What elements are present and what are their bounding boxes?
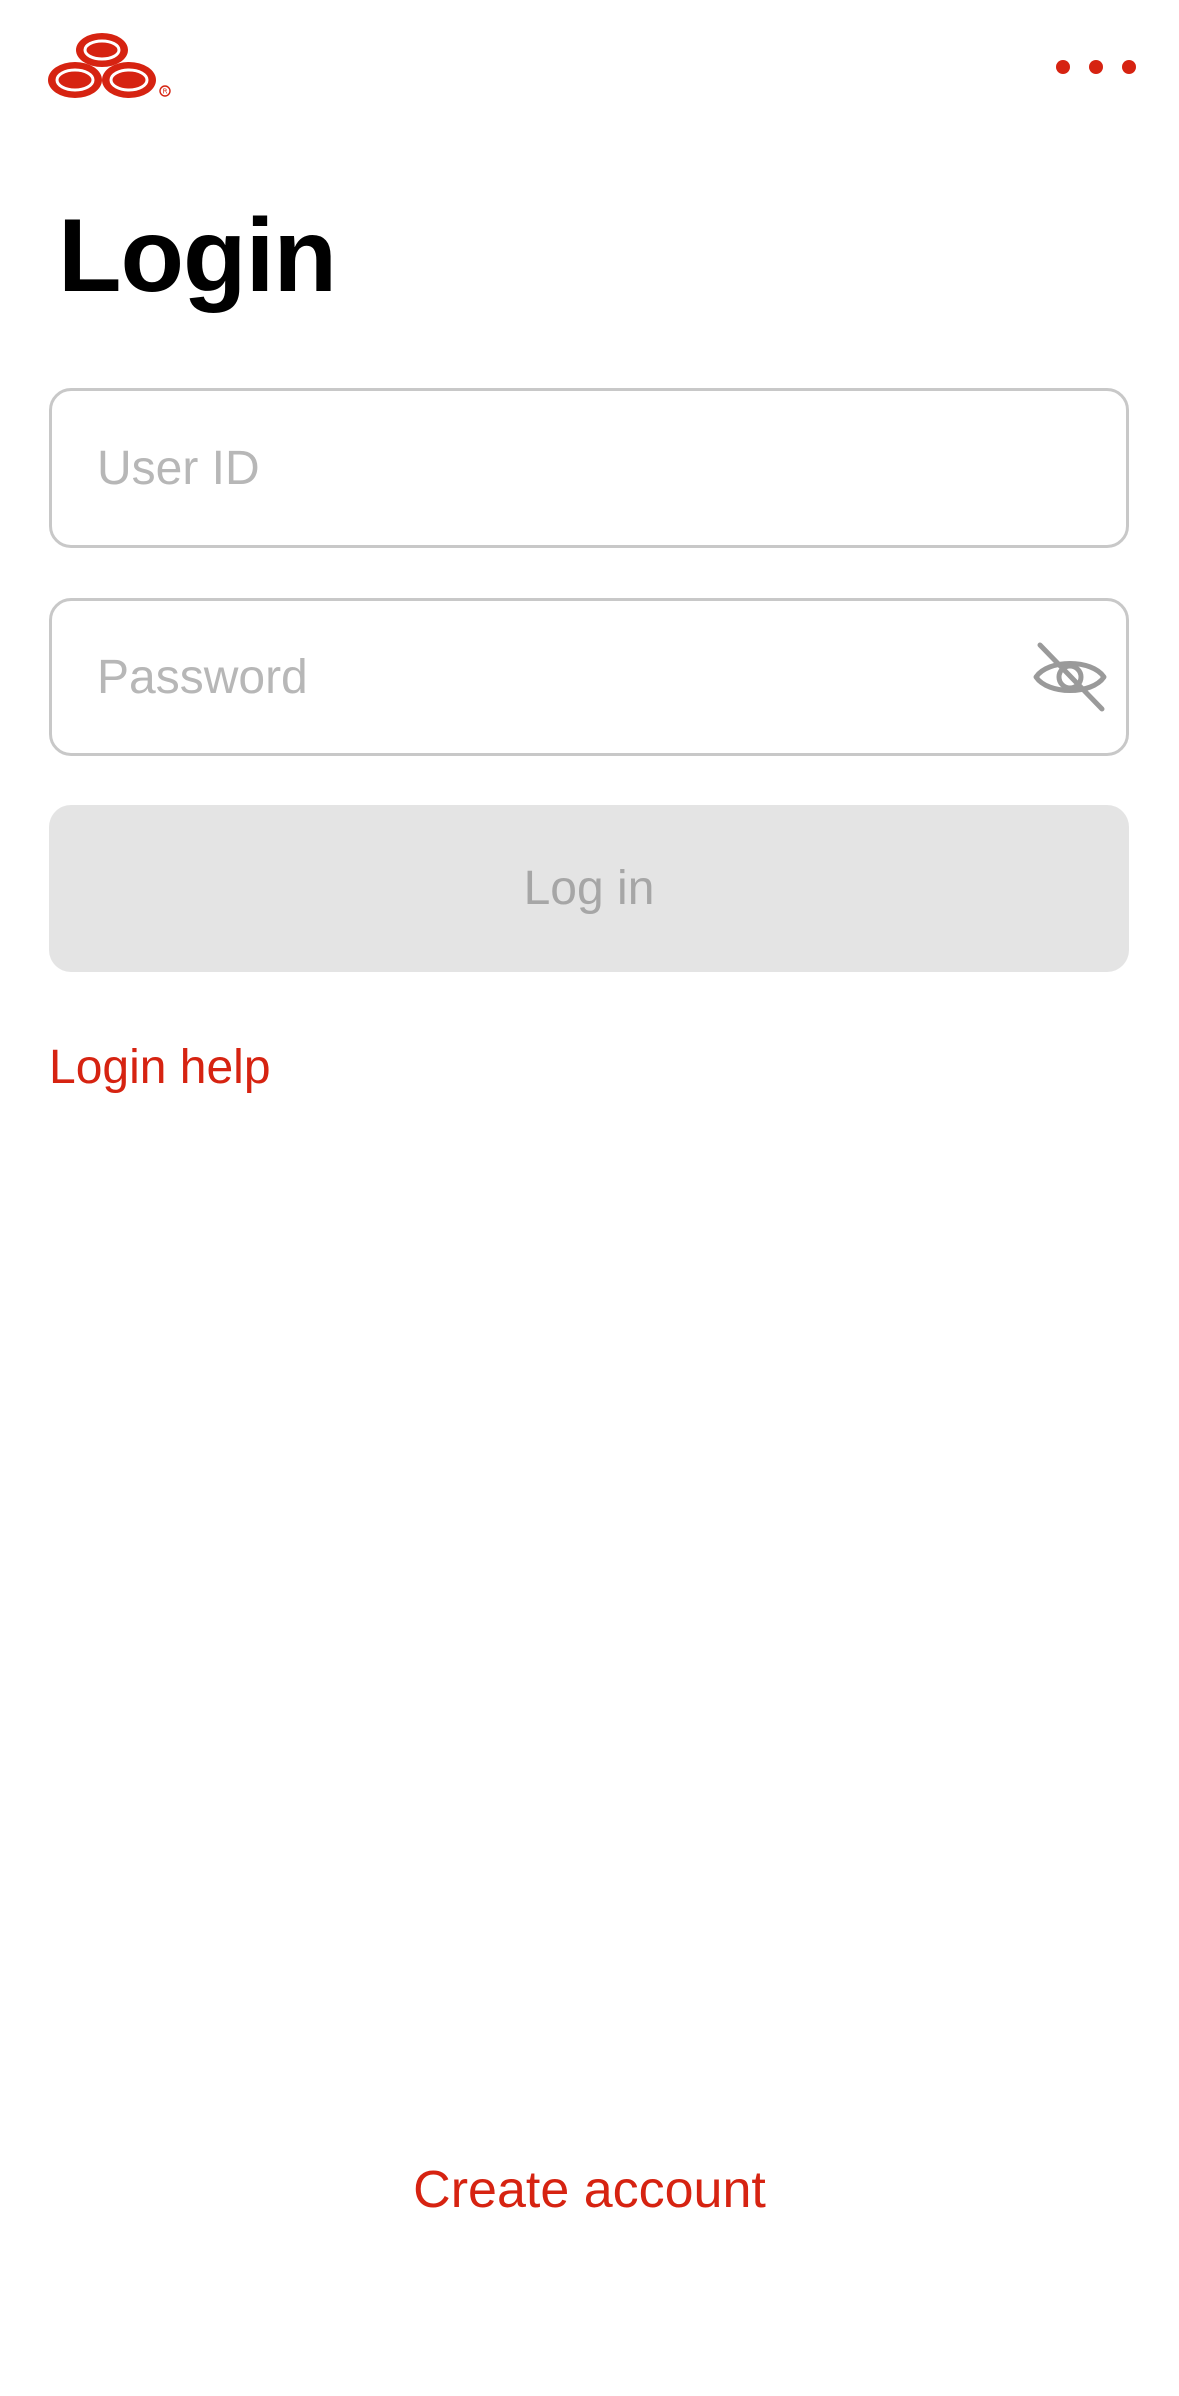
more-options-button[interactable] bbox=[1056, 40, 1136, 94]
svg-text:R: R bbox=[163, 88, 168, 96]
eye-off-icon bbox=[1033, 642, 1107, 712]
state-farm-logo: R bbox=[46, 30, 178, 106]
state-farm-logo-icon: R bbox=[48, 33, 171, 98]
create-account-link[interactable]: Create account bbox=[0, 2156, 1179, 2224]
page-title: Login bbox=[58, 198, 337, 314]
password-input[interactable] bbox=[97, 601, 997, 753]
show-password-toggle[interactable] bbox=[1032, 639, 1108, 715]
more-horizontal-icon bbox=[1089, 60, 1103, 74]
login-help-link[interactable]: Login help bbox=[49, 1036, 271, 1100]
user-id-field[interactable] bbox=[49, 388, 1129, 548]
more-horizontal-icon bbox=[1122, 60, 1136, 74]
password-field[interactable] bbox=[49, 598, 1129, 756]
log-in-button[interactable]: Log in bbox=[49, 805, 1129, 972]
more-horizontal-icon bbox=[1056, 60, 1070, 74]
user-id-input[interactable] bbox=[97, 391, 997, 545]
